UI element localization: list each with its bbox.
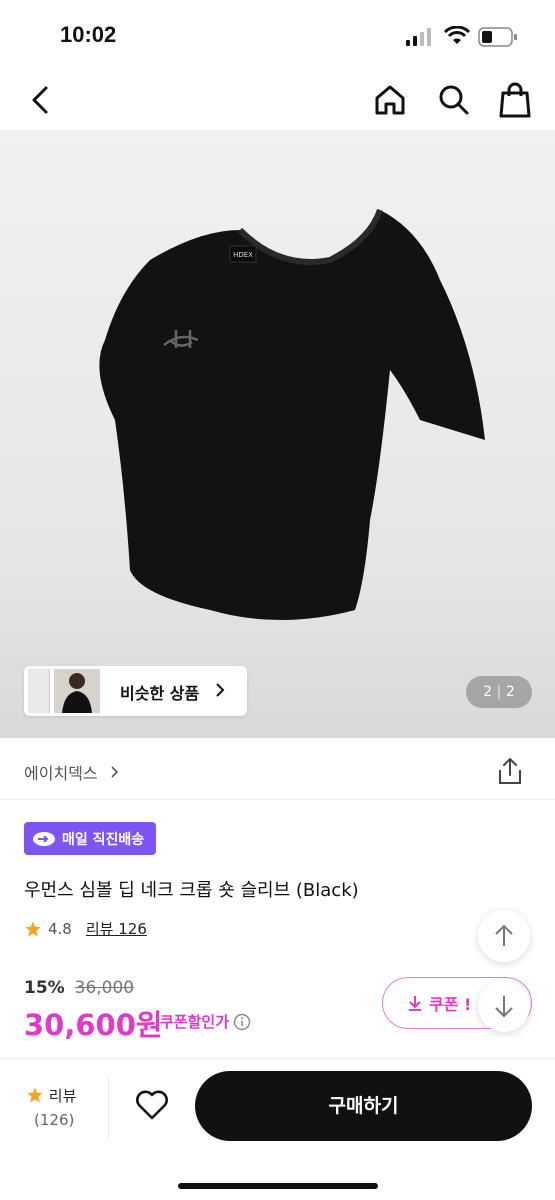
product-image-carousel[interactable]: HDEX 비슷한 상품 2 | 2 <box>0 130 555 738</box>
shirt-tag: HDEX <box>233 251 253 259</box>
top-nav <box>0 72 555 128</box>
download-icon <box>409 996 421 1011</box>
pager-current: 2 <box>483 684 493 700</box>
brand-link[interactable]: 에이치덱스 <box>24 760 121 784</box>
original-price: 36,000 <box>74 978 135 998</box>
review-summary-label: 리뷰 <box>48 1087 77 1105</box>
home-indicator <box>178 1183 378 1189</box>
coupon-price-note: 쿠폰할인가 <box>160 1011 251 1032</box>
status-bar: 10:02 <box>0 0 555 70</box>
review-link[interactable]: 리뷰 126 <box>86 918 147 939</box>
chevron-right-icon <box>216 683 225 697</box>
info-icon[interactable] <box>233 1013 251 1031</box>
scroll-top-button[interactable] <box>478 910 530 962</box>
share-icon[interactable] <box>496 756 524 786</box>
bottom-action-bar: 리뷰 (126) 구매하기 <box>0 1058 555 1200</box>
brand-name: 에이치덱스 <box>24 764 98 783</box>
search-icon[interactable] <box>436 82 472 118</box>
divider <box>108 1077 109 1139</box>
review-summary-button[interactable]: 리뷰 <box>26 1085 76 1106</box>
similar-products-button[interactable]: 비슷한 상품 <box>24 666 247 716</box>
coupon-note-label: 쿠폰할인가 <box>160 1013 230 1031</box>
rating-row: 4.8 리뷰 126 <box>24 918 147 939</box>
star-icon <box>25 921 41 936</box>
product-title: 우먼스 심볼 딥 네크 크롭 숏 슬리브 (Black) <box>24 880 359 901</box>
heart-icon[interactable] <box>134 1089 170 1121</box>
battery-icon <box>478 27 517 47</box>
discount-row: 15% 36,000 <box>24 978 134 998</box>
pager-total: 2 <box>505 684 515 700</box>
arrow-up-icon <box>495 924 513 946</box>
delivery-icon <box>33 831 55 846</box>
scroll-down-button[interactable] <box>478 980 530 1032</box>
brand-row: 에이치덱스 <box>0 740 555 800</box>
image-pager: 2 | 2 <box>466 676 532 708</box>
discount-percent: 15% <box>24 978 65 998</box>
similar-thumb <box>54 669 100 713</box>
buy-button[interactable]: 구매하기 <box>195 1071 532 1141</box>
signal-icon <box>406 28 431 46</box>
review-count: (126) <box>34 1111 75 1129</box>
status-time: 10:02 <box>60 22 117 47</box>
chevron-left-icon[interactable] <box>26 82 56 118</box>
star-icon <box>27 1087 43 1103</box>
wifi-icon <box>444 26 470 44</box>
chevron-right-icon <box>111 766 118 778</box>
home-icon[interactable] <box>372 82 408 118</box>
delivery-badge-label: 매일 직진배송 <box>62 831 145 848</box>
sale-price: 30,600원 <box>24 1008 163 1042</box>
product-photo: HDEX <box>99 208 485 620</box>
coupon-button-label: 쿠폰 ! <box>429 995 472 1014</box>
similar-thumb <box>28 669 50 713</box>
shopping-bag-icon[interactable] <box>498 81 532 119</box>
arrow-down-icon <box>495 996 513 1018</box>
delivery-badge: 매일 직진배송 <box>24 822 157 855</box>
similar-products-label: 비슷한 상품 <box>120 684 200 703</box>
rating-value: 4.8 <box>48 919 72 938</box>
